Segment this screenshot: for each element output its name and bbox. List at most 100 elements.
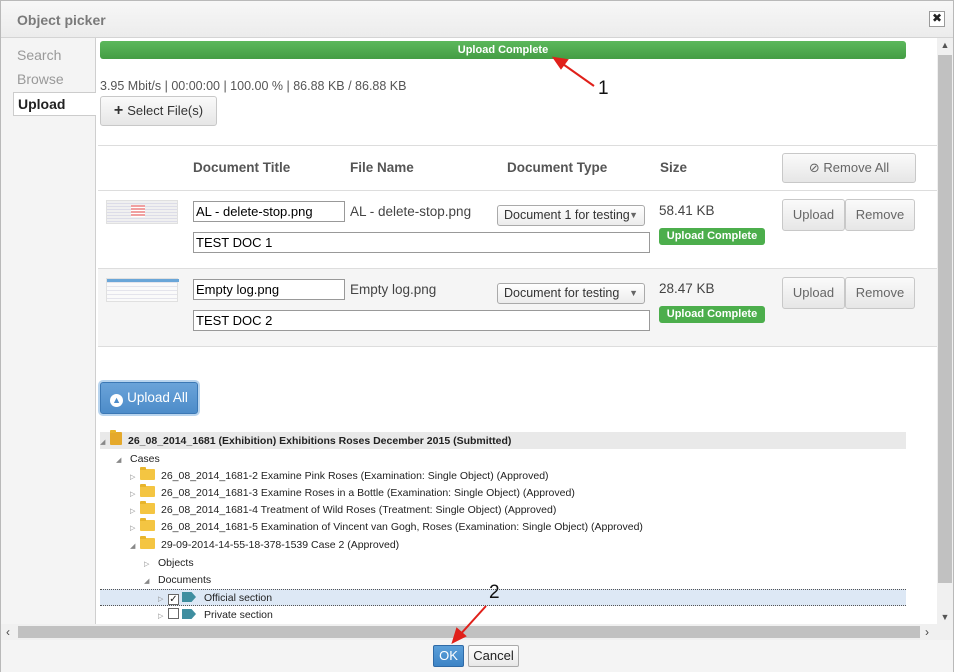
section-checkbox[interactable] (168, 608, 179, 619)
scrollbar-thumb[interactable] (938, 55, 952, 583)
collapsed-icon: ▷ (130, 525, 136, 532)
tree-root-label: 26_08_2014_1681 (Exhibition) Exhibitions… (128, 435, 512, 447)
collapsed-icon: ▷ (130, 508, 136, 515)
upload-circle-icon: ▲ (110, 394, 124, 407)
remove-all-label: Remove All (823, 160, 890, 175)
scroll-up-icon[interactable]: ▲ (937, 40, 953, 50)
upload-panel: Upload Complete 3.95 Mbit/s | 00:00:00 |… (95, 38, 937, 624)
upload-stats: 3.95 Mbit/s | 00:00:00 | 100.00 % | 86.8… (100, 79, 407, 93)
tree-root[interactable]: ◢ 26_08_2014_1681 (Exhibition) Exhibition… (100, 430, 906, 449)
scrollbar-thumb[interactable] (18, 626, 920, 638)
sidenav: Search Browse Upload (13, 44, 96, 116)
column-header-document-type: Document Type (507, 160, 608, 175)
remove-button[interactable]: Remove (845, 277, 915, 309)
close-button[interactable]: ✖ (929, 11, 945, 27)
sidenav-item-upload[interactable]: Upload (13, 92, 96, 116)
expanded-icon: ◢ (144, 578, 150, 585)
tree-node-case[interactable]: ▷ 26_08_2014_1681-4 Treatment of Wild Ros… (130, 501, 557, 519)
exhibition-icon (110, 430, 122, 445)
tree-node-case[interactable]: ▷ 26_08_2014_1681-3 Examine Roses in a Bo… (130, 484, 575, 502)
file-thumbnail (106, 278, 179, 302)
document-type-select[interactable]: Document 1 for testing ▼ (497, 205, 645, 226)
tree-node-label: 26_08_2014_1681-3 Examine Roses in a Bot… (161, 487, 575, 499)
sidenav-item-search[interactable]: Search (13, 44, 95, 68)
cancel-button[interactable]: Cancel (468, 645, 519, 667)
vertical-scrollbar[interactable]: ▲ ▼ (937, 38, 953, 624)
tree-node-case[interactable]: ▷ 26_08_2014_1681-5 Examination of Vincen… (130, 518, 643, 536)
expanded-icon: ◢ (100, 439, 106, 446)
scroll-left-icon[interactable]: ‹ (6, 625, 10, 639)
tree-node-label: Private section (204, 609, 273, 621)
document-type-value: Document for testing (504, 286, 620, 300)
annotation-label-1: 1 (598, 78, 609, 99)
tree-node-label: 29-09-2014-14-55-18-378-1539 Case 2 (App… (161, 539, 400, 551)
document-description-input[interactable] (193, 310, 650, 331)
tree-node-section[interactable]: ▷ ✓ Official section (100, 589, 906, 606)
dialog-footer: OK Cancel (1, 640, 953, 672)
horizontal-scrollbar[interactable]: ‹ › (1, 624, 953, 640)
tree-node-documents[interactable]: ◢ Documents (144, 572, 211, 589)
caret-down-icon: ▼ (629, 288, 638, 298)
remove-button[interactable]: Remove (845, 199, 915, 231)
scroll-right-icon[interactable]: › (925, 625, 929, 639)
dialog-title: Object picker (17, 12, 106, 28)
expanded-icon: ◢ (116, 457, 122, 464)
upload-status-badge: Upload Complete (659, 228, 765, 245)
folder-icon (140, 484, 155, 497)
tree-node-label: 26_08_2014_1681-2 Examine Pink Roses (Ex… (161, 470, 549, 482)
file-row: Empty log.png Document for testing ▼ 28.… (98, 269, 937, 347)
scroll-down-icon[interactable]: ▼ (937, 612, 953, 622)
tree-node-section[interactable]: ▷ Private section (158, 607, 273, 624)
file-table-header: Document Title File Name Document Type S… (98, 145, 937, 191)
tree-node-label: Documents (158, 574, 212, 586)
tree-node-cases[interactable]: ◢ Cases (116, 451, 160, 468)
sidenav-item-browse[interactable]: Browse (13, 68, 95, 92)
expanded-icon: ◢ (130, 543, 136, 550)
section-checkbox[interactable]: ✓ (168, 594, 179, 605)
tree-node-objects[interactable]: ▷ Objects (144, 555, 194, 572)
upload-button[interactable]: Upload (782, 199, 845, 231)
plus-icon: + (113, 102, 124, 119)
document-title-input[interactable] (193, 279, 345, 300)
column-header-size: Size (660, 160, 688, 175)
tree-node-label: Objects (158, 557, 194, 569)
tree-node-case[interactable]: ▷ 26_08_2014_1681-2 Examine Pink Roses (E… (130, 467, 549, 485)
document-description-input[interactable] (193, 232, 650, 253)
folder-icon (140, 518, 155, 531)
document-title-input[interactable] (193, 201, 345, 222)
folder-icon (140, 467, 155, 480)
tree-node-label: 26_08_2014_1681-5 Examination of Vincent… (161, 521, 643, 533)
collapsed-icon: ▷ (158, 613, 164, 620)
upload-all-label: Upload All (127, 390, 188, 405)
upload-button[interactable]: Upload (782, 277, 845, 309)
column-header-document-title: Document Title (193, 160, 291, 175)
tree-node-label: Official section (204, 592, 273, 604)
folder-icon (140, 501, 155, 514)
tree-node-label: Cases (130, 453, 160, 465)
annotation-label-2: 2 (489, 582, 500, 603)
caret-down-icon: ▼ (629, 210, 638, 220)
file-name: Empty log.png (350, 282, 437, 297)
file-name: AL - delete-stop.png (350, 204, 472, 219)
tree-node-label: 26_08_2014_1681-4 Treatment of Wild Rose… (161, 504, 557, 516)
collapsed-icon: ▷ (144, 561, 150, 568)
document-type-value: Document 1 for testing (504, 208, 630, 222)
select-files-label: Select File(s) (127, 103, 204, 118)
collapsed-icon: ▷ (158, 596, 164, 603)
remove-all-button[interactable]: ⊘ Remove All (782, 153, 916, 183)
document-type-select[interactable]: Document for testing ▼ (497, 283, 645, 304)
ok-button[interactable]: OK (433, 645, 464, 667)
object-picker-dialog: Object picker ✖ Search Browse Upload Upl… (0, 0, 954, 672)
file-row: AL - delete-stop.png Document 1 for test… (98, 191, 937, 269)
collapsed-icon: ▷ (130, 491, 136, 498)
file-size: 28.47 KB (659, 281, 715, 296)
folder-icon (140, 536, 155, 549)
upload-status-badge: Upload Complete (659, 306, 765, 323)
select-files-button[interactable]: + Select File(s) (100, 96, 217, 126)
upload-progress-bar: Upload Complete (100, 41, 906, 59)
dialog-titlebar: Object picker ✖ (1, 1, 953, 38)
file-thumbnail (106, 200, 178, 224)
column-header-file-name: File Name (350, 160, 414, 175)
upload-all-button[interactable]: ▲ Upload All (100, 382, 198, 414)
tree-node-case[interactable]: ◢ 29-09-2014-14-55-18-378-1539 Case 2 (Ap… (130, 536, 400, 554)
